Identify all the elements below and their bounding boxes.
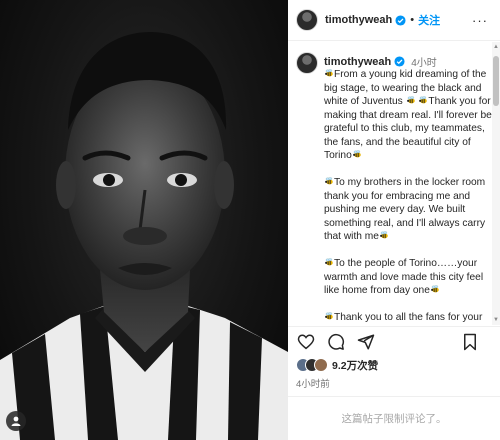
username-link[interactable]: timothyweah bbox=[325, 14, 392, 26]
caption-segment: To the people of Torino……your warmth and… bbox=[324, 258, 486, 296]
action-bar bbox=[288, 326, 500, 356]
more-options-button[interactable]: ··· bbox=[472, 13, 488, 28]
bee-emoji-icon bbox=[352, 149, 362, 159]
post-header: timothyweah • 关注 ··· bbox=[288, 0, 500, 41]
post-timestamp[interactable]: 4小时前 bbox=[296, 376, 330, 390]
tag-user-icon[interactable] bbox=[6, 411, 26, 431]
heart-icon[interactable] bbox=[296, 332, 316, 352]
comment-icon[interactable] bbox=[326, 332, 346, 352]
avatar[interactable] bbox=[296, 9, 318, 31]
verified-badge-icon bbox=[395, 14, 406, 26]
bee-emoji-icon bbox=[324, 311, 334, 321]
caption-username[interactable]: timothyweah bbox=[324, 56, 391, 68]
caption-text: From a young kid dreaming of the big sta… bbox=[324, 68, 494, 325]
caption-area: timothyweah 4小时 From a young kid dreamin… bbox=[288, 42, 500, 325]
bee-emoji-icon bbox=[324, 176, 334, 186]
bee-emoji-icon bbox=[406, 95, 416, 105]
share-icon[interactable] bbox=[356, 332, 376, 352]
caption-segment: To my brothers in the locker room thank … bbox=[324, 177, 489, 242]
likes-row[interactable]: 9.2万次赞 bbox=[296, 357, 378, 373]
bee-emoji-icon bbox=[324, 257, 334, 267]
bee-emoji-icon bbox=[430, 284, 440, 294]
post-photo[interactable] bbox=[0, 0, 288, 440]
caption-avatar[interactable] bbox=[296, 52, 318, 74]
caption-header: timothyweah 4小时 bbox=[324, 54, 437, 70]
scroll-down-arrow-icon[interactable]: ▼ bbox=[493, 317, 499, 323]
caption-segment: Thank you to all the fans for your suppo… bbox=[334, 312, 483, 323]
caption-time: 4小时 bbox=[411, 58, 437, 69]
bookmark-icon[interactable] bbox=[460, 332, 480, 352]
separator-dot: • bbox=[410, 14, 415, 26]
bee-emoji-icon bbox=[418, 95, 428, 105]
post-side-panel: timothyweah • 关注 ··· timothyweah 4小时 Fro… bbox=[288, 0, 500, 440]
player-portrait-image bbox=[0, 32, 288, 440]
bee-emoji-icon bbox=[379, 230, 389, 240]
caption-paragraph: From a young kid dreaming of the big sta… bbox=[324, 68, 494, 163]
caption-paragraph: To my brothers in the locker room thank … bbox=[324, 176, 494, 244]
caption-paragraph: To the people of Torino……your warmth and… bbox=[324, 257, 494, 298]
comments-restricted-notice: 这篇帖子限制评论了。 bbox=[288, 396, 500, 440]
likes-count[interactable]: 9.2万次赞 bbox=[332, 358, 378, 373]
liker-avatar bbox=[314, 358, 328, 372]
follow-button[interactable]: 关注 bbox=[418, 12, 440, 28]
scroll-up-arrow-icon[interactable]: ▲ bbox=[493, 44, 499, 50]
scrollbar-thumb[interactable] bbox=[493, 56, 499, 106]
verified-badge-icon bbox=[394, 56, 405, 67]
caption-paragraph: Thank you to all the fans for your suppo… bbox=[324, 311, 494, 325]
bee-emoji-icon bbox=[324, 68, 334, 78]
